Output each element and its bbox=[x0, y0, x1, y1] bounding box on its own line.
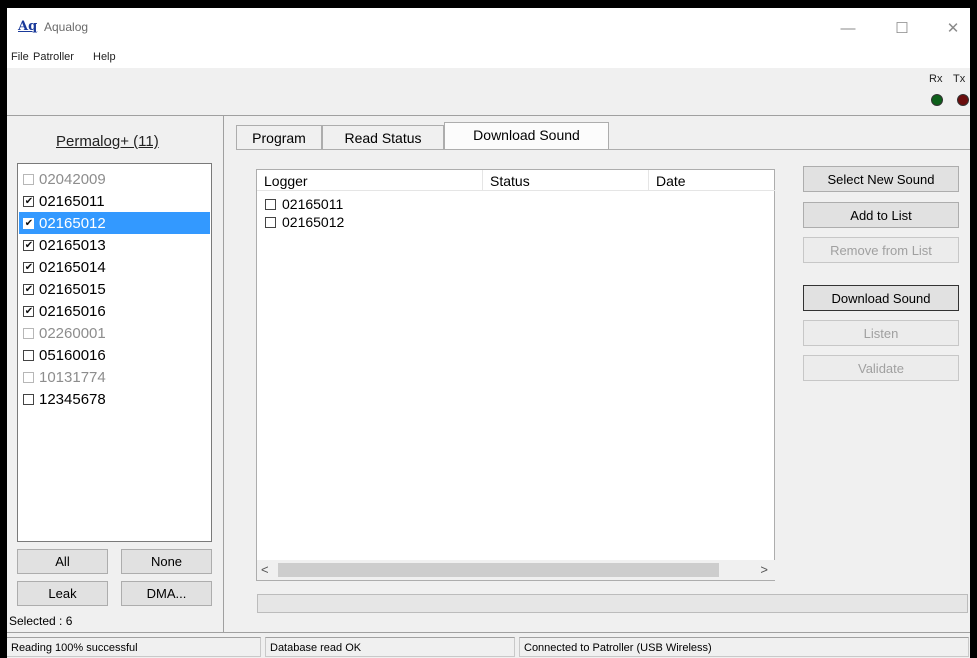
logger-id: 10131774 bbox=[39, 368, 106, 386]
tab-read-status[interactable]: Read Status bbox=[322, 125, 444, 149]
column-header-date[interactable]: Date bbox=[649, 170, 775, 191]
indicator-bar: Rx Tx bbox=[7, 68, 970, 116]
scroll-left-icon[interactable]: < bbox=[261, 562, 269, 577]
select-none-button[interactable]: None bbox=[121, 549, 212, 574]
checkbox-checked-icon[interactable] bbox=[23, 239, 34, 251]
checkbox-checked-icon[interactable] bbox=[23, 195, 34, 207]
logger-id: 02042009 bbox=[39, 170, 106, 188]
logger-id: 02165015 bbox=[39, 280, 106, 298]
checkbox-checked-icon[interactable] bbox=[23, 261, 34, 273]
checkbox-unchecked-icon[interactable] bbox=[23, 327, 34, 339]
title-bar: Aq Aqualog — ☐ ✕ bbox=[7, 8, 970, 48]
maximize-button[interactable]: ☐ bbox=[882, 16, 922, 40]
add-to-list-button[interactable]: Add to List bbox=[803, 202, 959, 228]
logger-list-item[interactable]: 02165012 bbox=[19, 212, 210, 234]
select-dma-button[interactable]: DMA... bbox=[121, 581, 212, 606]
status-reading: Reading 100% successful bbox=[7, 637, 261, 657]
tx-led-icon bbox=[957, 94, 969, 106]
logger-list-item[interactable]: 02165011 bbox=[19, 190, 210, 212]
logger-list-item[interactable]: 02165013 bbox=[19, 234, 210, 256]
checkbox-unchecked-icon[interactable] bbox=[23, 349, 34, 361]
logger-list-item[interactable]: 10131774 bbox=[19, 366, 210, 388]
logger-id: 02165016 bbox=[39, 302, 106, 320]
window-title: Aqualog bbox=[44, 20, 89, 34]
tab-strip: Program Read Status Download Sound bbox=[229, 116, 970, 150]
logger-list-item[interactable]: 02042009 bbox=[19, 168, 210, 190]
logger-id: 02165012 bbox=[39, 214, 106, 232]
rx-led-icon bbox=[931, 94, 943, 106]
checkbox-unchecked-icon[interactable] bbox=[23, 371, 34, 383]
minimize-button[interactable]: — bbox=[828, 16, 868, 40]
close-button[interactable]: ✕ bbox=[933, 16, 970, 40]
checkbox-unchecked-icon[interactable] bbox=[265, 216, 276, 228]
logger-id: 12345678 bbox=[39, 390, 106, 408]
remove-from-list-button[interactable]: Remove from List bbox=[803, 237, 959, 263]
rx-label: Rx bbox=[929, 73, 943, 85]
logger-id: 02165014 bbox=[39, 258, 106, 276]
column-header-status[interactable]: Status bbox=[483, 170, 649, 191]
status-database: Database read OK bbox=[265, 637, 515, 657]
download-list-row[interactable]: 02165011 bbox=[265, 195, 343, 213]
download-list-header: Logger Status Date bbox=[257, 170, 775, 191]
logger-list-item[interactable]: 05160016 bbox=[19, 344, 210, 366]
menu-file[interactable]: File bbox=[11, 51, 29, 63]
selected-count: Selected : 6 bbox=[9, 614, 73, 628]
logger-panel: Permalog+ (11) 0204200902165011021650120… bbox=[7, 116, 224, 632]
app-logo-icon: Aq bbox=[18, 19, 38, 34]
logger-id: 05160016 bbox=[39, 346, 106, 364]
listen-button[interactable]: Listen bbox=[803, 320, 959, 346]
logger-id: 02165013 bbox=[39, 236, 106, 254]
download-progress-bar bbox=[257, 594, 968, 613]
checkbox-checked-icon[interactable] bbox=[23, 305, 34, 317]
menu-bar: File Patroller Help bbox=[7, 48, 970, 68]
tx-label: Tx bbox=[953, 73, 966, 85]
select-new-sound-button[interactable]: Select New Sound bbox=[803, 166, 959, 192]
logger-list-item[interactable]: 02165015 bbox=[19, 278, 210, 300]
horizontal-scrollbar[interactable]: < > bbox=[257, 560, 775, 580]
column-header-logger[interactable]: Logger bbox=[257, 170, 483, 191]
checkbox-checked-icon[interactable] bbox=[23, 217, 34, 229]
validate-button[interactable]: Validate bbox=[803, 355, 959, 381]
checkbox-unchecked-icon[interactable] bbox=[265, 198, 276, 210]
download-logger-id: 02165012 bbox=[282, 214, 345, 230]
logger-list[interactable]: 02042009 02165011 02165012 02165013 02165014… bbox=[17, 163, 212, 542]
menu-help[interactable]: Help bbox=[93, 51, 116, 63]
checkbox-unchecked-icon[interactable] bbox=[23, 393, 34, 405]
scroll-right-icon[interactable]: > bbox=[760, 562, 768, 577]
status-bar: Reading 100% successful Database read OK… bbox=[7, 632, 970, 658]
logger-group-title[interactable]: Permalog+ (11) bbox=[56, 133, 159, 150]
logger-list-item[interactable]: 02165014 bbox=[19, 256, 210, 278]
scrollbar-thumb[interactable] bbox=[278, 563, 719, 577]
download-list[interactable]: Logger Status Date 02165011 02165012 < > bbox=[256, 169, 775, 581]
logger-list-item[interactable]: 12345678 bbox=[19, 388, 210, 410]
tab-program[interactable]: Program bbox=[236, 125, 322, 149]
checkbox-unchecked-icon[interactable] bbox=[23, 173, 34, 185]
select-all-button[interactable]: All bbox=[17, 549, 108, 574]
logger-id: 02165011 bbox=[39, 192, 105, 210]
app-window: Aq Aqualog — ☐ ✕ File Patroller Help Rx … bbox=[7, 8, 970, 658]
download-logger-id: 02165011 bbox=[282, 196, 344, 212]
tab-download-sound[interactable]: Download Sound bbox=[444, 122, 609, 150]
logger-list-item[interactable]: 02165016 bbox=[19, 300, 210, 322]
logger-list-item[interactable]: 02260001 bbox=[19, 322, 210, 344]
download-list-row[interactable]: 02165012 bbox=[265, 213, 344, 231]
download-sound-button[interactable]: Download Sound bbox=[803, 285, 959, 311]
status-connection: Connected to Patroller (USB Wireless) bbox=[519, 637, 969, 657]
logger-id: 02260001 bbox=[39, 324, 106, 342]
select-leak-button[interactable]: Leak bbox=[17, 581, 108, 606]
menu-patroller[interactable]: Patroller bbox=[33, 51, 74, 63]
checkbox-checked-icon[interactable] bbox=[23, 283, 34, 295]
